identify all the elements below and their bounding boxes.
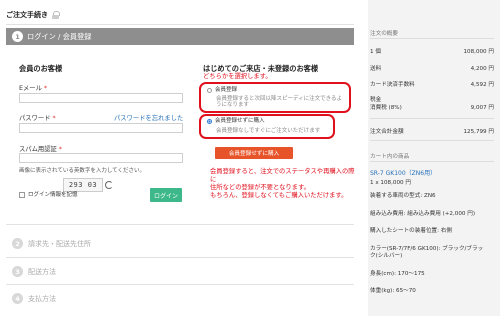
product-detail: 購入したシートの装着位置: 右側 [370,228,452,234]
divider [6,257,354,258]
summary-value: 125,799 円 [463,129,494,135]
guest-radio[interactable] [207,118,212,124]
product-detail: 装着する車両の型式: ZN6 [370,193,436,199]
forgot-password-link[interactable]: パスワードを忘れました [114,113,183,122]
lock-icon [52,11,60,19]
summary-row-tax-heading: 税金 [370,95,494,103]
register-title: 会員登録 [215,87,238,93]
password-label-text: パスワード [19,115,51,122]
step-4-label: 支払方法 [28,294,56,303]
summary-label: 消費税 (8%) [370,105,402,111]
step-1-number: 1 [12,31,23,42]
summary-row-card-fee: カード決済手数料 4,592 円 [370,80,494,88]
captcha-refresh-icon[interactable] [105,181,113,189]
register-radio[interactable] [207,87,212,93]
annotation-note: 会員登録すると、注文でのステータスや再購入の際に 住所などの登録が不要となります… [210,168,360,199]
summary-title: 注文の概要 [370,31,398,37]
choose-note: どちらかを選択します。 [203,73,272,80]
required-mark: * [58,146,62,153]
summary-label: 注文合計金額 [370,129,404,135]
divider [6,224,354,225]
password-label: パスワード * [19,113,56,122]
summary-row-shipping: 送料 4,200 円 [370,64,494,72]
summary-row-total: 注文合計金額 125,799 円 [370,127,494,135]
captcha-label: スパム用認証 * [19,144,62,153]
product-name[interactable]: SR-7 GK100（ZN6用） [370,170,436,178]
email-label-text: Eメール [19,85,42,92]
member-heading: 会員のお客様 [19,64,63,73]
captcha-image: 293 03 [63,178,103,192]
product-detail: 組み込み費用: 組み込み費用 (+2,000 円) [370,211,476,217]
remember-checkbox[interactable] [19,192,25,199]
annotation-line: 会員登録すると、注文でのステータスや再購入の際に [210,168,355,183]
step-1-login[interactable]: 1 ログイン / 会員登録 [6,28,354,45]
summary-label: 1 個 [370,49,381,55]
remember-label: ログイン情報を記憶 [28,192,78,198]
register-desc: 会員登録すると次回以降スピーディに注文できるようになります [216,96,343,109]
summary-label: 送料 [370,66,382,72]
divider [6,284,354,285]
annotation-line: もちろん、登録しなくてもご購入いただけます。 [210,191,348,199]
annotation-line: 住所などの登録が不要となります。 [210,183,310,191]
required-mark: * [52,115,56,122]
divider [370,118,494,119]
remember-me[interactable]: ログイン情報を記憶 [19,192,78,199]
captcha-hint: 画像に表示されている英数字を入力してください。 [19,168,146,174]
page-title: ご注文手続き [6,10,60,20]
captcha-label-text: スパム用認証 [19,146,57,153]
product-qty: 1 x 108,000 円 [370,180,411,186]
divider [370,140,494,141]
continue-as-guest-button[interactable]: 会員登録せずに購入 [215,147,293,159]
product-detail: カラー(SR-7/7F/6 GK100): ブラック/ブラック(シルバー) [370,246,484,259]
option-register[interactable]: 会員登録 [207,87,237,93]
cart-title: カート内の商品 [370,154,410,160]
summary-value: 4,200 円 [470,66,494,72]
step-4-number: 4 [12,293,23,304]
option-guest[interactable]: 会員登録せずに購入 [207,118,265,124]
summary-row-consumption-tax: 消費税 (8%) 9,007 円 [370,103,494,111]
product-detail: 身長(cm): 170～175 [370,271,425,277]
step-2-address[interactable]: 2 請求先・配送先住所 [6,238,91,249]
summary-label: 税金 [370,97,382,103]
page-title-text: ご注文手続き [6,11,48,19]
login-button[interactable]: ログイン [150,188,182,202]
summary-value: 4,592 円 [470,82,494,88]
password-field[interactable] [19,123,183,133]
summary-label: カード決済手数料 [370,82,415,88]
divider [6,24,354,25]
email-field[interactable] [19,93,183,103]
step-2-label: 請求先・配送先住所 [28,239,91,248]
summary-value: 108,000 円 [463,49,494,55]
summary-value: 9,007 円 [470,105,494,111]
step-3-number: 3 [12,266,23,277]
step-2-number: 2 [12,238,23,249]
step-4-payment[interactable]: 4 支払方法 [6,293,56,304]
step-3-label: 配送方法 [28,267,56,276]
email-label: Eメール * [19,83,47,92]
captcha-field[interactable] [19,153,183,163]
summary-row-items: 1 個 108,000 円 [370,47,494,55]
required-mark: * [43,85,48,92]
divider [370,161,494,162]
product-detail: 体重(kg): 65～70 [370,288,416,294]
guest-desc: 会員登録なしですぐにご注文いただけます [216,128,321,134]
step-3-shipping[interactable]: 3 配送方法 [6,266,56,277]
step-1-label: ログイン / 会員登録 [27,31,92,41]
divider [370,38,494,39]
guest-title: 会員登録せずに購入 [215,118,265,124]
